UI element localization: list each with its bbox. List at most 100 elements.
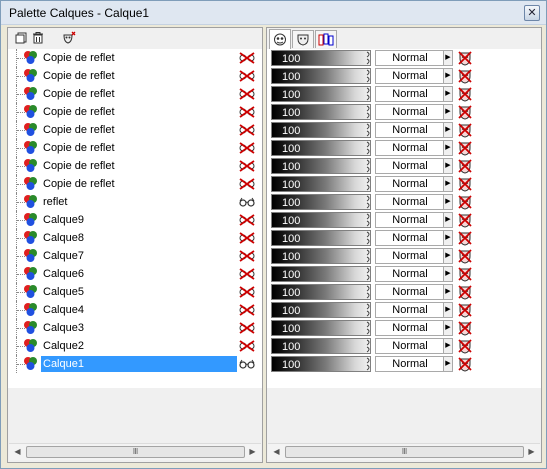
visibility-hidden-icon[interactable] (239, 106, 255, 118)
mask-disabled-icon[interactable] (457, 320, 473, 336)
right-horizontal-scrollbar[interactable]: ◀ Ⅲ ▶ (268, 443, 540, 460)
layer-name[interactable]: Calque3 (41, 320, 86, 336)
new-layer-button[interactable] (12, 29, 30, 46)
blend-mode-arrow-icon[interactable]: ▶ (443, 266, 453, 282)
slider-grip-icon[interactable] (366, 321, 372, 335)
opacity-slider[interactable]: 100 (271, 212, 371, 228)
visibility-hidden-icon[interactable] (239, 340, 255, 352)
visibility-hidden-icon[interactable] (239, 52, 255, 64)
opacity-slider[interactable]: 100 (271, 230, 371, 246)
slider-grip-icon[interactable] (366, 249, 372, 263)
scroll-thumb[interactable]: Ⅲ (26, 446, 245, 458)
slider-grip-icon[interactable] (366, 213, 372, 227)
layer-row[interactable]: Copie de reflet (8, 67, 262, 85)
blend-mode-select[interactable]: Normal (375, 338, 445, 354)
layer-name[interactable]: Copie de reflet (41, 104, 117, 120)
slider-grip-icon[interactable] (366, 177, 372, 191)
visibility-hidden-icon[interactable] (239, 160, 255, 172)
blend-mode-arrow-icon[interactable]: ▶ (443, 284, 453, 300)
tab-channels[interactable] (315, 30, 337, 48)
layer-name[interactable]: Calque8 (41, 230, 86, 246)
blend-mode-arrow-icon[interactable]: ▶ (443, 68, 453, 84)
visibility-hidden-icon[interactable] (239, 124, 255, 136)
blend-mode-arrow-icon[interactable]: ▶ (443, 50, 453, 66)
slider-grip-icon[interactable] (366, 141, 372, 155)
slider-grip-icon[interactable] (366, 123, 372, 137)
layer-row[interactable]: Copie de reflet (8, 139, 262, 157)
visibility-hidden-icon[interactable] (239, 232, 255, 244)
layer-row[interactable]: Calque1 (8, 355, 262, 373)
visibility-hidden-icon[interactable] (239, 286, 255, 298)
visibility-eye-icon[interactable] (239, 358, 255, 370)
layer-row[interactable]: Copie de reflet (8, 85, 262, 103)
opacity-slider[interactable]: 100 (271, 158, 371, 174)
visibility-hidden-icon[interactable] (239, 304, 255, 316)
mask-disabled-icon[interactable] (457, 158, 473, 174)
opacity-slider[interactable]: 100 (271, 86, 371, 102)
layer-row[interactable]: Calque6 (8, 265, 262, 283)
blend-mode-select[interactable]: Normal (375, 302, 445, 318)
layer-name[interactable]: Calque5 (41, 284, 86, 300)
layer-name[interactable]: Calque6 (41, 266, 86, 282)
layer-row[interactable]: Copie de reflet (8, 103, 262, 121)
blend-mode-select[interactable]: Normal (375, 68, 445, 84)
blend-mode-select[interactable]: Normal (375, 284, 445, 300)
layer-row[interactable]: Calque5 (8, 283, 262, 301)
blend-mode-arrow-icon[interactable]: ▶ (443, 104, 453, 120)
mask-disabled-icon[interactable] (457, 50, 473, 66)
blend-mode-arrow-icon[interactable]: ▶ (443, 338, 453, 354)
layer-row[interactable]: reflet (8, 193, 262, 211)
layer-name[interactable]: Copie de reflet (41, 158, 117, 174)
mask-properties-button[interactable] (60, 29, 78, 46)
blend-mode-select[interactable]: Normal (375, 86, 445, 102)
blend-mode-select[interactable]: Normal (375, 122, 445, 138)
layer-name[interactable]: Calque2 (41, 338, 86, 354)
blend-mode-select[interactable]: Normal (375, 158, 445, 174)
blend-mode-arrow-icon[interactable]: ▶ (443, 140, 453, 156)
delete-layer-button[interactable] (29, 29, 47, 46)
mask-disabled-icon[interactable] (457, 248, 473, 264)
blend-mode-arrow-icon[interactable]: ▶ (443, 320, 453, 336)
layer-name[interactable]: Calque1 (41, 356, 237, 372)
mask-disabled-icon[interactable] (457, 176, 473, 192)
layer-name[interactable]: Copie de reflet (41, 68, 117, 84)
opacity-slider[interactable]: 100 (271, 194, 371, 210)
opacity-slider[interactable]: 100 (271, 338, 371, 354)
mask-disabled-icon[interactable] (457, 266, 473, 282)
blend-mode-arrow-icon[interactable]: ▶ (443, 230, 453, 246)
scroll-thumb[interactable]: Ⅲ (285, 446, 524, 458)
opacity-slider[interactable]: 100 (271, 356, 371, 372)
layer-name[interactable]: Copie de reflet (41, 176, 117, 192)
opacity-slider[interactable]: 100 (271, 302, 371, 318)
layer-row[interactable]: Calque9 (8, 211, 262, 229)
visibility-hidden-icon[interactable] (239, 214, 255, 226)
scroll-right-arrow[interactable]: ▶ (244, 444, 261, 460)
visibility-hidden-icon[interactable] (239, 322, 255, 334)
left-horizontal-scrollbar[interactable]: ◀ Ⅲ ▶ (9, 443, 261, 460)
title-bar[interactable]: Palette Calques - Calque1 ✕ (1, 1, 546, 25)
blend-mode-select[interactable]: Normal (375, 140, 445, 156)
visibility-eye-icon[interactable] (239, 196, 255, 208)
mask-disabled-icon[interactable] (457, 140, 473, 156)
blend-mode-arrow-icon[interactable]: ▶ (443, 122, 453, 138)
slider-grip-icon[interactable] (366, 357, 372, 371)
layer-row[interactable]: Copie de reflet (8, 121, 262, 139)
blend-mode-arrow-icon[interactable]: ▶ (443, 302, 453, 318)
tab-mask[interactable] (292, 30, 314, 48)
opacity-slider[interactable]: 100 (271, 140, 371, 156)
close-button[interactable]: ✕ (524, 5, 540, 21)
mask-disabled-icon[interactable] (457, 104, 473, 120)
layer-name[interactable]: Calque7 (41, 248, 86, 264)
opacity-slider[interactable]: 100 (271, 266, 371, 282)
slider-grip-icon[interactable] (366, 231, 372, 245)
scroll-right-arrow[interactable]: ▶ (523, 444, 540, 460)
mask-disabled-icon[interactable] (457, 284, 473, 300)
visibility-hidden-icon[interactable] (239, 250, 255, 262)
mask-disabled-icon[interactable] (457, 68, 473, 84)
blend-mode-select[interactable]: Normal (375, 248, 445, 264)
blend-mode-select[interactable]: Normal (375, 230, 445, 246)
opacity-slider[interactable]: 100 (271, 176, 371, 192)
slider-grip-icon[interactable] (366, 195, 372, 209)
layer-row[interactable]: Calque3 (8, 319, 262, 337)
mask-disabled-icon[interactable] (457, 122, 473, 138)
